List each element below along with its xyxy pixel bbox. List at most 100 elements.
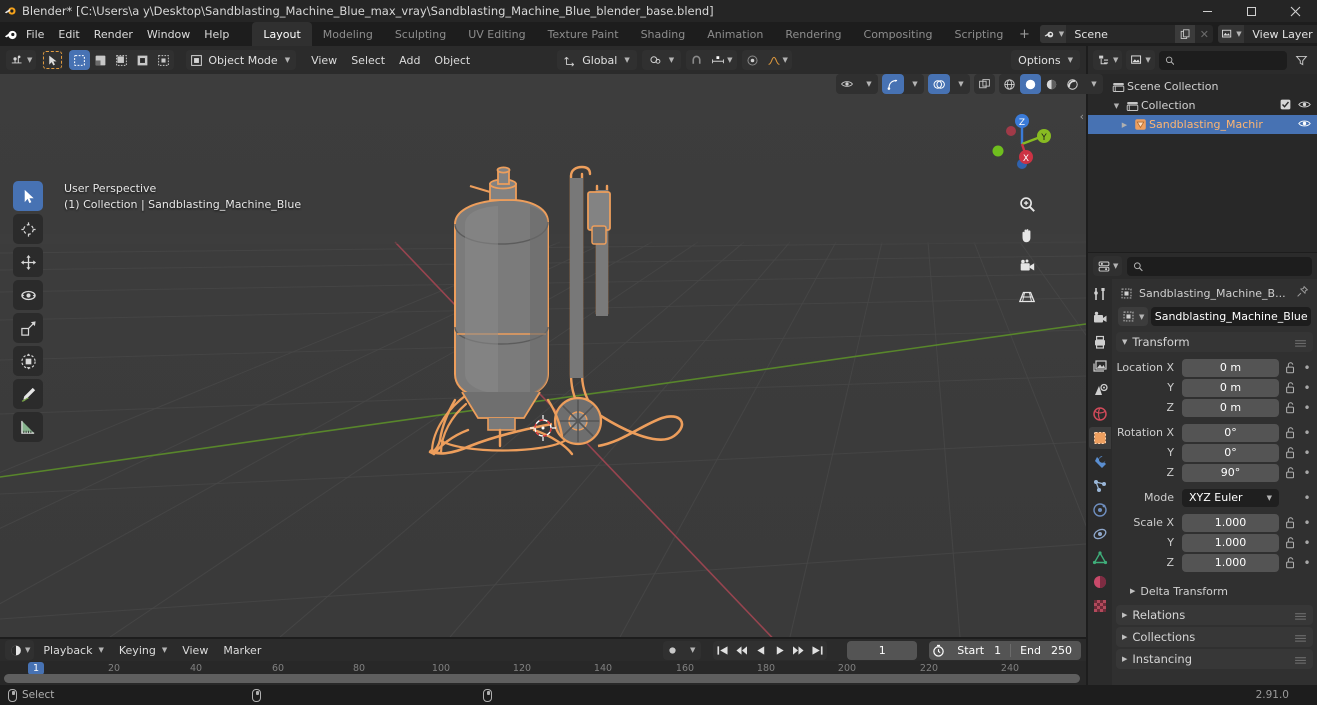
scene-id-selector[interactable]: ▼ Scene ✕	[1040, 25, 1214, 43]
menu-window[interactable]: Window	[140, 25, 197, 43]
view-layer-icon[interactable]	[1089, 355, 1111, 377]
transform-tool-icon[interactable]	[13, 346, 43, 376]
expand-triangle[interactable]: ▼	[1110, 102, 1123, 110]
auto-keying-icon[interactable]	[663, 641, 682, 660]
play-reverse-button[interactable]	[751, 641, 770, 660]
lock-icon[interactable]	[1283, 446, 1297, 459]
outliner-row-sandblasting-machine[interactable]: ▶ Sandblasting_Machir	[1088, 115, 1317, 134]
workspace-tab-compositing[interactable]: Compositing	[853, 22, 944, 46]
jump-to-end-button[interactable]	[808, 641, 827, 660]
rotation-x-field[interactable]: 0°	[1182, 423, 1279, 442]
viewport-options-button[interactable]: Options ▼	[1011, 50, 1080, 70]
jump-to-start-button[interactable]	[713, 641, 732, 660]
snap-target-selector[interactable]: ▼	[707, 50, 736, 70]
lock-icon[interactable]	[1283, 381, 1297, 394]
shading-dropdown[interactable]: ▼	[1083, 74, 1103, 94]
select-invert-button[interactable]	[132, 50, 153, 70]
tweak-tool-icon[interactable]	[13, 181, 43, 211]
rotation-mode-dropdown[interactable]: XYZ Euler ▼	[1182, 488, 1279, 507]
animate-dot[interactable]: •	[1301, 491, 1313, 505]
end-frame-field[interactable]: End 250	[1011, 641, 1081, 660]
menu-help[interactable]: Help	[197, 25, 236, 43]
animate-dot[interactable]: •	[1301, 466, 1313, 480]
viewport-menu-select[interactable]: Select	[344, 50, 392, 70]
outliner-search-input[interactable]	[1178, 53, 1281, 67]
outliner-tree[interactable]: Scene Collection ▼ Collection ▶ Sandblas…	[1088, 74, 1317, 252]
timeline-track[interactable]: 20 40 60 80 100 120 140 160 180 200 220 …	[0, 661, 1086, 685]
object-mode-selector[interactable]: Object Mode ▼	[186, 50, 297, 70]
blender-menu-icon[interactable]	[4, 22, 19, 46]
animate-dot[interactable]: •	[1301, 401, 1313, 415]
menu-render[interactable]: Render	[87, 25, 140, 43]
workspace-tab-rendering[interactable]: Rendering	[774, 22, 852, 46]
measure-tool-icon[interactable]	[13, 412, 43, 442]
workspace-tab-animation[interactable]: Animation	[696, 22, 774, 46]
animate-dot[interactable]: •	[1301, 556, 1313, 570]
expand-triangle[interactable]: ▶	[1118, 121, 1131, 129]
select-extend-button[interactable]	[90, 50, 111, 70]
data-icon[interactable]	[1089, 547, 1111, 569]
animate-dot[interactable]: •	[1301, 381, 1313, 395]
show-gizmo-icon[interactable]	[882, 74, 904, 94]
properties-search-input[interactable]	[1147, 259, 1306, 273]
outliner-row-scene-collection[interactable]: Scene Collection	[1088, 77, 1317, 96]
instancing-panel-header[interactable]: ▶ Instancing	[1116, 649, 1313, 669]
timeline-menu-view[interactable]: View	[176, 641, 214, 659]
view-layer-name[interactable]: View Layer	[1244, 25, 1317, 43]
maximize-button[interactable]	[1229, 0, 1273, 22]
location-z-field[interactable]: 0 m	[1182, 398, 1279, 417]
solid-shading-icon[interactable]	[1020, 74, 1041, 94]
object-icon[interactable]	[1089, 427, 1111, 449]
viewport-menu-add[interactable]: Add	[392, 50, 427, 70]
location-x-field[interactable]: 0 m	[1182, 358, 1279, 377]
3d-viewport[interactable]: User Perspective (1) Collection | Sandbl…	[0, 74, 1086, 637]
cursor-tool-icon[interactable]	[13, 214, 43, 244]
timeline-editor-type-icon[interactable]: ▼	[5, 640, 35, 660]
checkbox-icon[interactable]	[1280, 99, 1291, 113]
collections-panel-header[interactable]: ▶ Collections	[1116, 627, 1313, 647]
lock-icon[interactable]	[1283, 426, 1297, 439]
output-icon[interactable]	[1089, 331, 1111, 353]
object-visibility-icon[interactable]	[836, 74, 858, 94]
outliner-row-collection[interactable]: ▼ Collection	[1088, 96, 1317, 115]
minimize-button[interactable]	[1185, 0, 1229, 22]
menu-file[interactable]: File	[19, 25, 51, 43]
particles-icon[interactable]	[1089, 475, 1111, 497]
keying-dropdown[interactable]: ▼	[682, 641, 701, 660]
next-keyframe-button[interactable]	[789, 641, 808, 660]
editor-type-icon[interactable]: ▼	[6, 50, 36, 70]
viewport-menu-object[interactable]: Object	[427, 50, 477, 70]
rotation-y-field[interactable]: 0°	[1182, 443, 1279, 462]
select-intersect-button[interactable]	[153, 50, 174, 70]
rendered-shading-icon[interactable]	[1062, 74, 1083, 94]
modifier-icon[interactable]	[1089, 451, 1111, 473]
current-frame-field[interactable]: 1	[847, 640, 918, 660]
scale-tool-icon[interactable]	[13, 313, 43, 343]
workspace-tab-scripting[interactable]: Scripting	[943, 22, 1014, 46]
object-name-field[interactable]: Sandblasting_Machine_Blue	[1151, 307, 1311, 326]
properties-editor-type-icon[interactable]: ▼	[1093, 256, 1123, 276]
hand-icon[interactable]	[1014, 222, 1040, 248]
animate-dot[interactable]: •	[1301, 516, 1313, 530]
falloff-selector[interactable]: ▼	[763, 50, 792, 70]
stopwatch-icon[interactable]	[929, 641, 948, 660]
outliner-display-mode-icon[interactable]: ▼	[1126, 50, 1155, 70]
workspace-tab-texture-paint[interactable]: Texture Paint	[537, 22, 630, 46]
navigation-gizmo[interactable]: Z Y X	[985, 107, 1059, 181]
select-set-button[interactable]	[69, 50, 91, 70]
properties-panel[interactable]: Sandblasting_Machine_B... ▼ Sandblasting…	[1112, 279, 1317, 689]
timeline-menu-keying[interactable]: Keying ▼	[113, 641, 173, 659]
view-layer-id-selector[interactable]: ▼ View Layer ✕	[1218, 25, 1317, 43]
play-button[interactable]	[770, 641, 789, 660]
timeline-menu-playback[interactable]: Playback ▼	[37, 641, 109, 659]
view-layer-browse-icon[interactable]: ▼	[1218, 25, 1245, 43]
timeline-scrollbar[interactable]	[4, 674, 1080, 683]
sidebar-toggle-icon[interactable]: ‹	[1080, 110, 1084, 123]
unlink-scene-button[interactable]: ✕	[1195, 25, 1213, 43]
object-browse-selector[interactable]: ▼	[1118, 307, 1149, 326]
animate-dot[interactable]: •	[1301, 536, 1313, 550]
scene-icon[interactable]	[1089, 379, 1111, 401]
active-tool-indicator[interactable]	[42, 50, 64, 70]
rotate-tool-icon[interactable]	[13, 280, 43, 310]
viewport-menu-view[interactable]: View	[304, 50, 344, 70]
